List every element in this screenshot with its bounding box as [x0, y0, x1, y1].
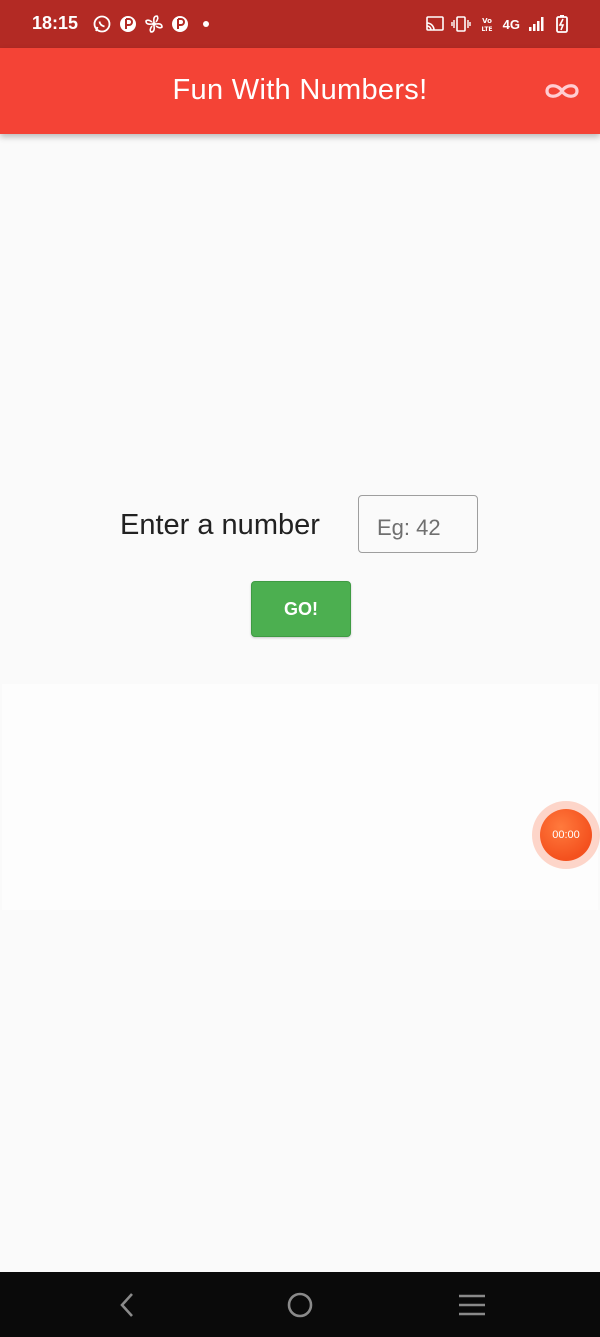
home-icon — [287, 1292, 313, 1318]
screen-recorder-bubble[interactable]: 00:00 — [532, 801, 600, 869]
status-time: 18:15 — [32, 13, 79, 33]
menu-button[interactable] — [455, 1288, 489, 1322]
infinity-button[interactable] — [542, 78, 582, 104]
vibrate-icon — [450, 14, 471, 34]
network-type: 4G — [502, 16, 520, 32]
fan-icon — [144, 14, 164, 34]
svg-text:Vo: Vo — [482, 17, 492, 25]
recorder-timer: 00:00 — [540, 809, 592, 861]
infinity-icon — [545, 84, 579, 98]
back-icon — [120, 1293, 133, 1317]
svg-text:LTE: LTE — [481, 26, 492, 33]
status-left-icons — [92, 14, 216, 34]
app-title: Fun With Numbers! — [172, 74, 428, 106]
navigation-bar — [0, 1272, 600, 1337]
number-input[interactable] — [358, 495, 478, 553]
dot-icon — [196, 14, 216, 34]
back-button[interactable] — [110, 1288, 144, 1322]
status-bar: 18:15 Vo LTE 4G — [0, 0, 600, 48]
home-button[interactable] — [283, 1288, 317, 1322]
notification-icon — [118, 14, 138, 34]
status-right-icons: Vo LTE 4G — [425, 14, 572, 34]
cast-icon — [425, 14, 445, 34]
notification-icon — [170, 14, 190, 34]
battery-charging-icon — [552, 14, 572, 34]
app-bar: Fun With Numbers! — [0, 48, 600, 134]
signal-icon — [526, 14, 546, 34]
enter-number-label: Enter a number — [120, 509, 320, 541]
volte-icon: Vo LTE — [477, 14, 497, 34]
whatsapp-icon — [92, 14, 112, 34]
menu-icon — [459, 1294, 485, 1316]
go-button[interactable]: GO! — [251, 581, 351, 637]
result-panel — [2, 684, 598, 910]
